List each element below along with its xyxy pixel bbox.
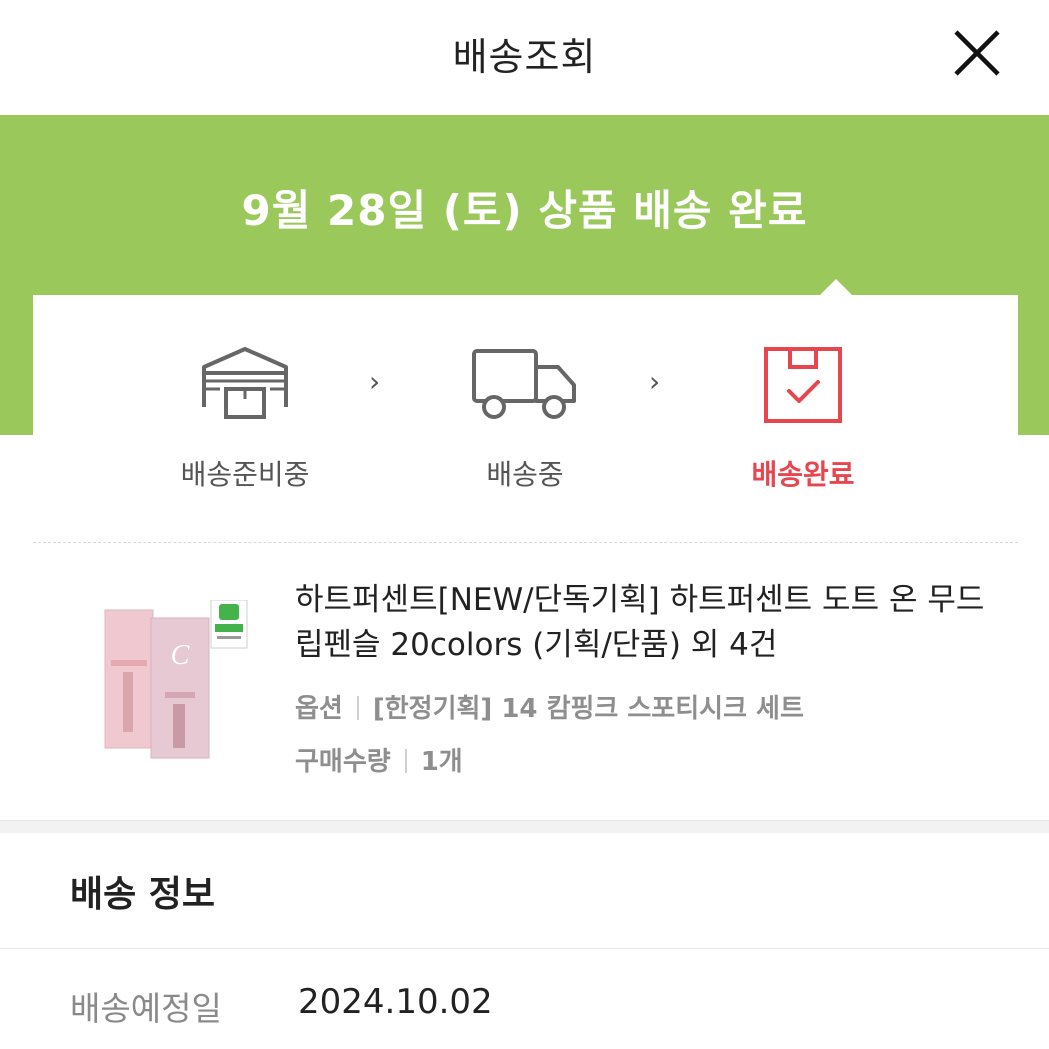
expected-date-label: 배송예정일 [70, 989, 222, 1028]
close-icon [954, 30, 1000, 76]
section-gap [0, 820, 1049, 833]
header: 배송조회 [0, 0, 1049, 115]
product-thumbnail[interactable]: C [101, 600, 251, 765]
separator [356, 696, 359, 720]
close-button[interactable] [946, 22, 1008, 84]
truck-icon [472, 349, 576, 419]
expected-date-value: 2024.10.02 [298, 982, 493, 1022]
step-arrow: › [649, 365, 661, 398]
separator [404, 749, 407, 773]
step-label-in-transit: 배송중 [486, 458, 564, 491]
step-label-preparing: 배송준비중 [180, 458, 310, 491]
option-label: 옵션 [295, 694, 343, 724]
step-preparing: 배송준비중 [135, 345, 355, 491]
warehouse-icon [202, 347, 288, 419]
card-notch [819, 279, 853, 296]
section-divider [0, 948, 1049, 949]
quantity-value: 1개 [420, 747, 463, 777]
page-title: 배송조회 [452, 35, 597, 79]
delivery-status-title: 9월 28일 (토) 상품 배송 완료 [241, 186, 808, 235]
step-in-transit: 배송중 [415, 345, 635, 491]
option-value: [한정기획] 14 캄핑크 스포티시크 세트 [372, 694, 804, 724]
dashed-divider [33, 542, 1018, 543]
product-quantity-row: 구매수량 1개 [295, 741, 463, 778]
svg-text:C: C [171, 640, 190, 671]
product-option-row: 옵션 [한정기획] 14 캄핑크 스포티시크 세트 [295, 688, 804, 725]
step-delivered: 배송완료 [693, 345, 913, 491]
product-name[interactable]: 하트퍼센트[NEW/단독기획] 하트퍼센트 도트 온 무드 립펜슬 20colo… [295, 578, 985, 668]
step-label-delivered: 배송완료 [751, 458, 855, 491]
tracking-card: 배송준비중 › 배송중 › 배송완료 C 하트퍼센트[NEW/단독기획] 하트퍼… [33, 279, 1018, 825]
quantity-label: 구매수량 [295, 747, 391, 777]
step-arrow: › [369, 365, 381, 398]
delivery-info-title: 배송 정보 [70, 874, 216, 915]
box-check-icon [764, 347, 842, 423]
